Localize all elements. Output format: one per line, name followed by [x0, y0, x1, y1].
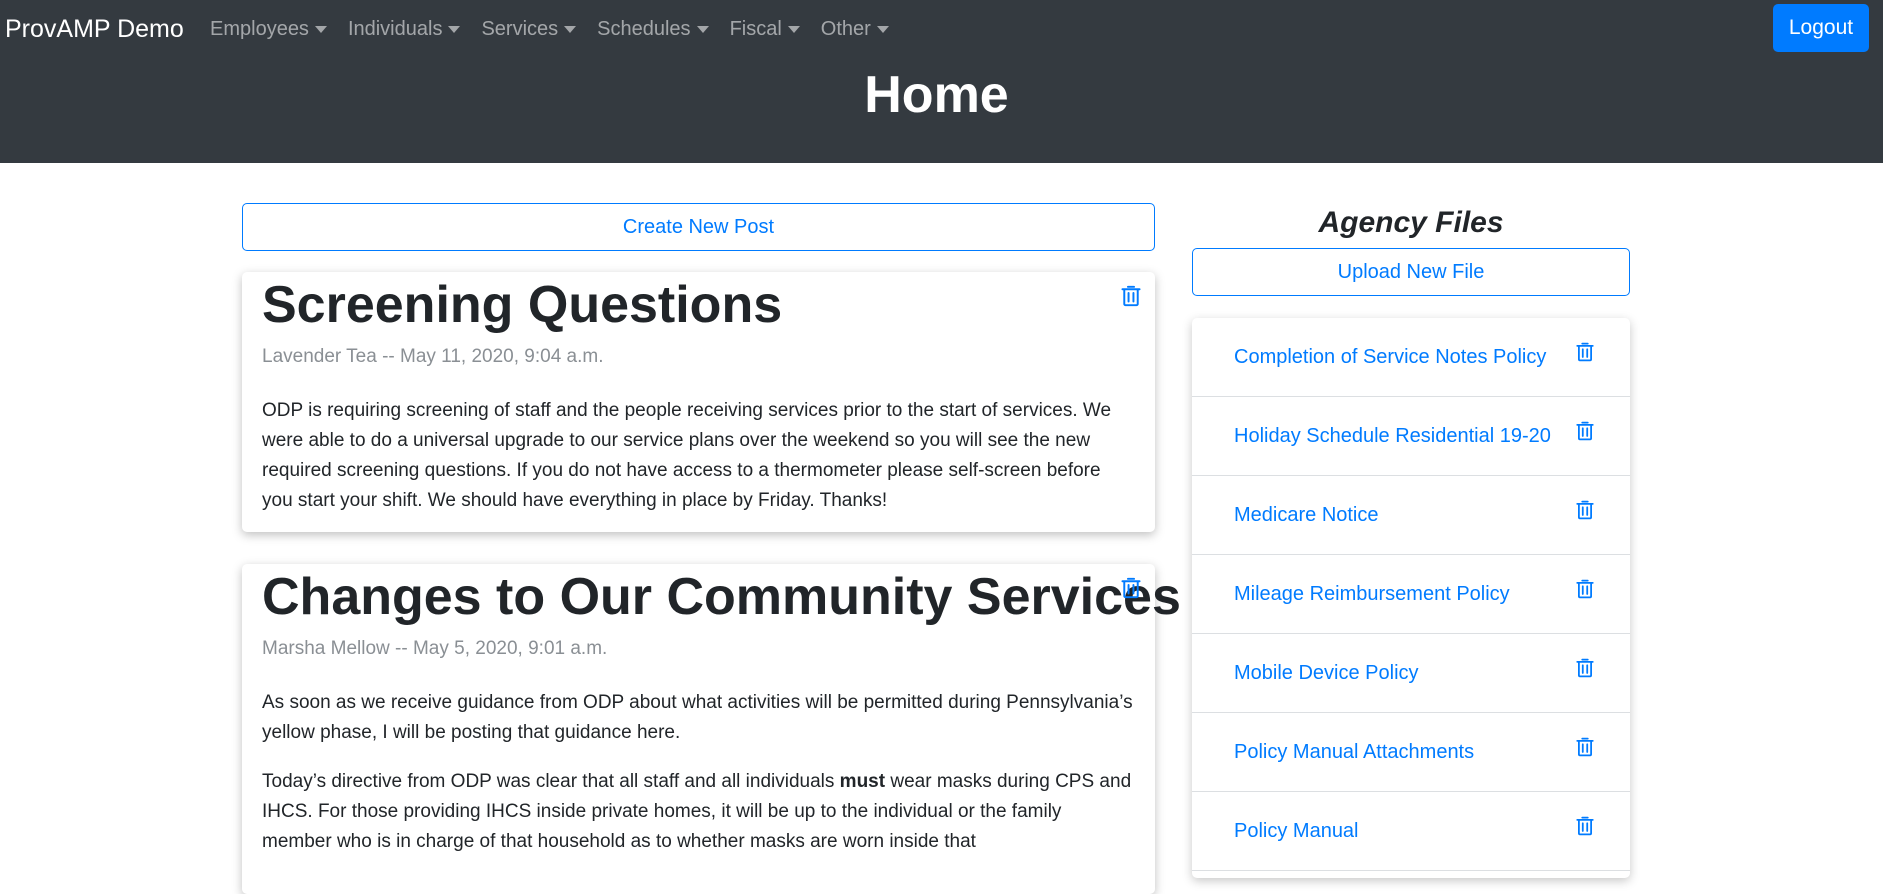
nav-fiscal[interactable]: Fiscal: [730, 13, 800, 45]
nav-schedules[interactable]: Schedules: [597, 13, 709, 45]
caret-down-icon: [876, 25, 889, 33]
nav-employees[interactable]: Employees: [210, 13, 327, 45]
agency-files-title: Agency Files: [1318, 206, 1504, 239]
file-link[interactable]: Mobile Device Policy: [1234, 634, 1419, 713]
nav-other[interactable]: Other: [821, 13, 889, 45]
trash-icon[interactable]: [1576, 658, 1594, 678]
file-link[interactable]: Policy Manual Attachments: [1234, 713, 1474, 792]
file-row: Mobile Device Policy: [1192, 634, 1630, 713]
nav-label: Individuals: [347, 18, 443, 40]
post-body: As soon as we receive guidance from ODP …: [262, 688, 1135, 857]
file-row: Medicare Notice: [1192, 476, 1630, 555]
file-row: Holiday Schedule Residential 19-20: [1192, 397, 1630, 476]
caret-down-icon: [696, 25, 709, 33]
trash-icon[interactable]: [1576, 737, 1594, 757]
nav-label: Employees: [210, 18, 309, 40]
post-body: ODP is requiring screening of staff and …: [262, 396, 1135, 516]
file-row: Policy Manual: [1192, 792, 1630, 871]
nav-label: Fiscal: [729, 18, 782, 40]
brand-logo[interactable]: ProvAMP Demo: [5, 12, 184, 46]
post-paragraph: Today’s directive from ODP was clear tha…: [262, 767, 1135, 857]
top-navbar: ProvAMP Demo Employees Individuals Servi…: [0, 0, 1883, 163]
main-nav: Employees Individuals Services Schedules…: [210, 13, 910, 45]
emphasis-text: must: [839, 771, 886, 792]
nav-individuals[interactable]: Individuals: [348, 13, 461, 45]
post-paragraph: As soon as we receive guidance from ODP …: [262, 692, 1133, 743]
file-link[interactable]: Medicare Notice: [1234, 476, 1379, 555]
post-paragraph: ODP is requiring screening of staff and …: [262, 400, 1112, 511]
post-title: Screening Questions: [262, 276, 783, 334]
post-meta: Marsha Mellow -- May 5, 2020, 9:01 a.m.: [262, 638, 608, 659]
nav-services[interactable]: Services: [481, 13, 577, 45]
post-meta: Lavender Tea -- May 11, 2020, 9:04 a.m.: [262, 346, 604, 367]
paragraph-text: Today’s directive from ODP was clear tha…: [262, 771, 840, 792]
nav-label: Other: [820, 18, 871, 40]
logout-button[interactable]: Logout: [1773, 4, 1869, 52]
nav-label: Schedules: [597, 18, 691, 40]
caret-down-icon: [564, 25, 577, 33]
file-row: Completion of Service Notes Policy: [1192, 318, 1630, 397]
files-list: Completion of Service Notes Policy Holid…: [1192, 318, 1630, 878]
nav-label: Services: [481, 18, 559, 40]
trash-icon[interactable]: [1576, 421, 1594, 441]
trash-icon[interactable]: [1121, 285, 1141, 307]
file-link[interactable]: Holiday Schedule Residential 19-20: [1234, 397, 1551, 476]
post-title: Changes to Our Community Services: [262, 568, 1181, 626]
trash-icon[interactable]: [1576, 342, 1594, 362]
page-title: Home: [864, 66, 1009, 124]
post-card: Screening Questions Lavender Tea -- May …: [242, 272, 1155, 532]
caret-down-icon: [787, 25, 800, 33]
trash-icon[interactable]: [1576, 500, 1594, 520]
trash-icon[interactable]: [1121, 577, 1141, 599]
trash-icon[interactable]: [1576, 579, 1594, 599]
caret-down-icon: [314, 25, 327, 33]
create-new-post-button[interactable]: Create New Post: [242, 203, 1155, 251]
file-row: Mileage Reimbursement Policy: [1192, 555, 1630, 634]
file-row: Policy Manual Attachments: [1192, 713, 1630, 792]
file-link[interactable]: Policy Manual: [1234, 792, 1359, 871]
caret-down-icon: [448, 25, 461, 33]
trash-icon[interactable]: [1576, 816, 1594, 836]
file-link[interactable]: Completion of Service Notes Policy: [1234, 318, 1546, 397]
file-link[interactable]: Mileage Reimbursement Policy: [1234, 555, 1510, 634]
post-card: Changes to Our Community Services Marsha…: [242, 564, 1181, 894]
upload-new-file-button[interactable]: Upload New File: [1192, 248, 1630, 296]
